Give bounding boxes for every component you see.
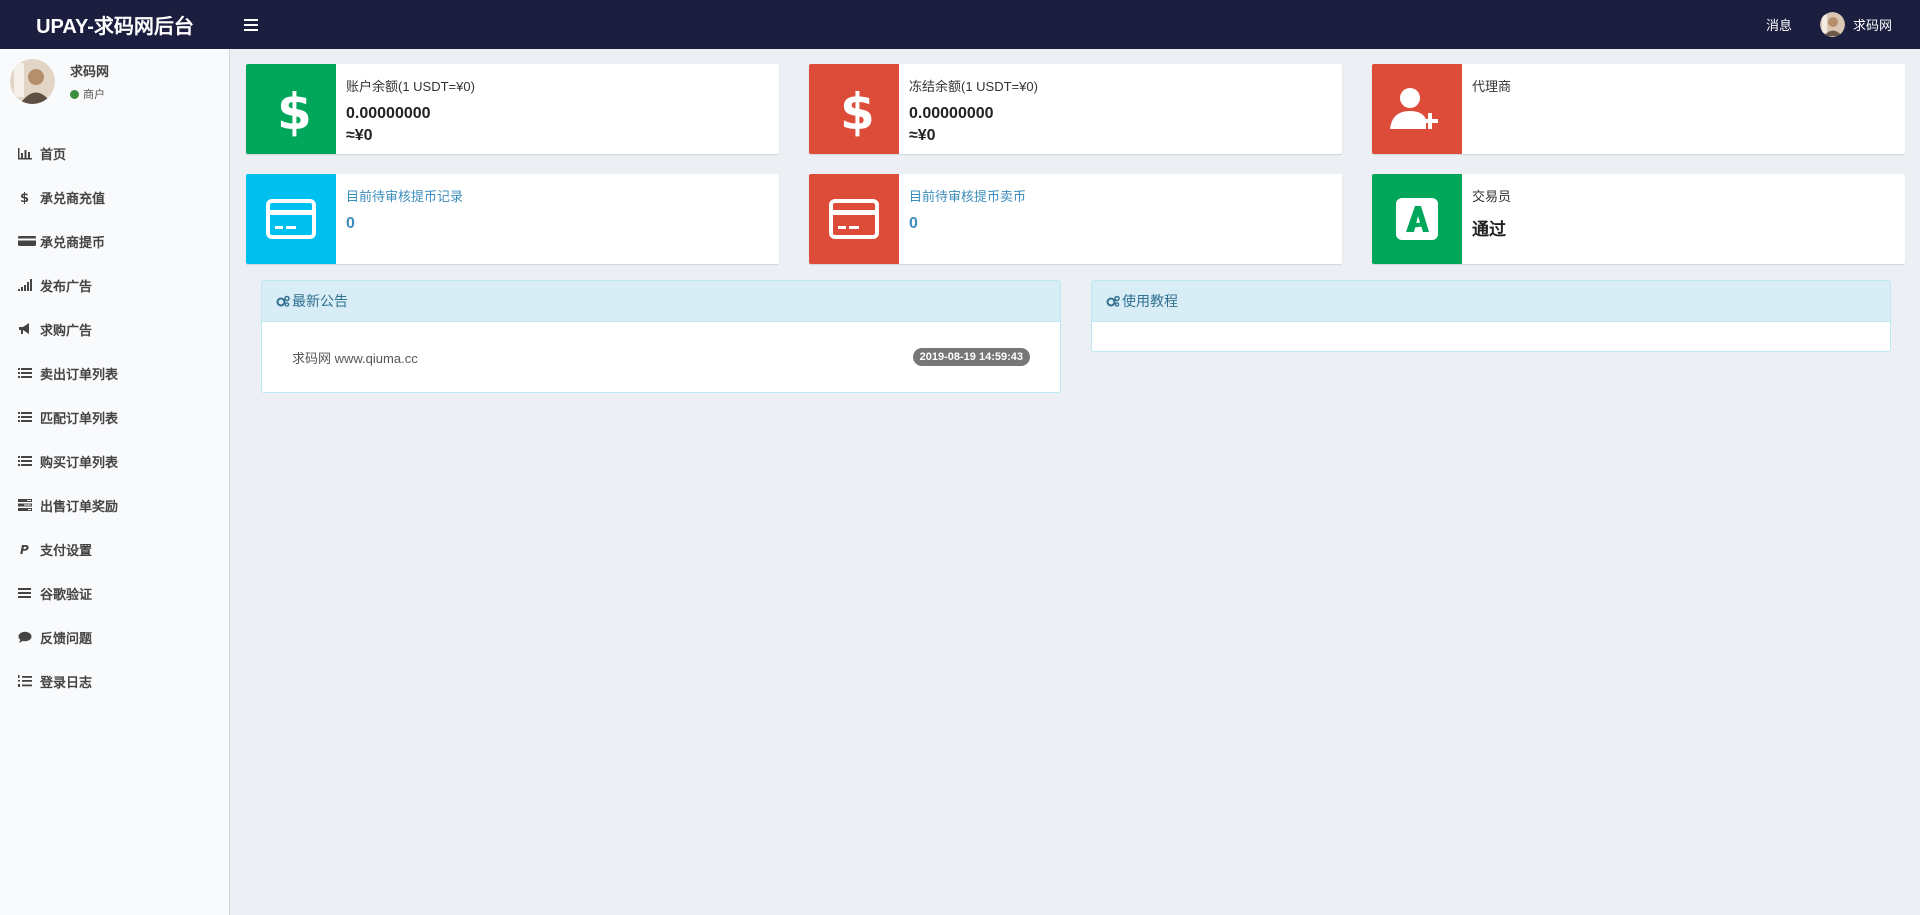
paypal-icon: P	[18, 542, 40, 556]
sidebar-item-google-auth[interactable]: 谷歌验证	[0, 571, 229, 615]
notice-panel: 最新公告 求码网 www.qiuma.cc 2019-08-19 14:59:4…	[261, 280, 1061, 393]
sidebar-menu: 首页 $ 承兑商充值 承兑商提币 发布广告 求购广告 卖出订单列表 匹配订单列表	[0, 131, 229, 703]
frozen-label: 冻结余额(1 USDT=¥0)	[909, 79, 1038, 94]
svg-text:$: $	[840, 83, 874, 137]
user-panel: 求码网 商户	[0, 49, 229, 109]
dollar-icon: $	[18, 190, 40, 204]
notice-panel-title: 最新公告	[292, 293, 348, 309]
sidebar-item-feedback[interactable]: 反馈问题	[0, 615, 229, 659]
agent-label: 代理商	[1472, 79, 1512, 94]
sell-pending-label[interactable]: 目前待审核提币卖币	[909, 186, 1026, 205]
user-menu[interactable]: 求码网	[1806, 0, 1906, 49]
withdraw-icon-box	[246, 174, 336, 264]
frozen-box: $ 冻结余额(1 USDT=¥0) 0.00000000 ≈¥0	[809, 64, 1342, 154]
bullhorn-icon	[18, 322, 40, 336]
svg-text:P: P	[20, 543, 29, 556]
tutorial-panel-title: 使用教程	[1122, 293, 1178, 309]
sell-icon-box	[809, 174, 899, 264]
balance-box: $ 账户余额(1 USDT=¥0) 0.00000000 ≈¥0	[246, 64, 779, 154]
sidebar-item-recharge[interactable]: $ 承兑商充值	[0, 175, 229, 219]
bar-chart-icon	[18, 146, 40, 160]
trader-icon-box	[1372, 174, 1462, 264]
list-icon	[18, 366, 40, 380]
trader-label: 交易员	[1472, 189, 1512, 204]
bars-icon	[18, 586, 40, 600]
notice-panel-heading: 最新公告	[262, 281, 1060, 322]
withdraw-pending-label[interactable]: 目前待审核提币记录	[346, 186, 463, 205]
dollar-icon: $	[277, 83, 311, 137]
top-navbar: UPAY-求码网后台 消息 求码网	[0, 0, 1920, 49]
withdraw-pending-count: 0	[346, 215, 355, 232]
agent-box: 代理商	[1372, 64, 1905, 154]
sidebar-item-payment-settings[interactable]: P 支付设置	[0, 527, 229, 571]
notice-date-badge: 2019-08-19 14:59:43	[912, 348, 1030, 366]
online-dot-icon	[70, 89, 79, 99]
main-content: $ 账户余额(1 USDT=¥0) 0.00000000 ≈¥0 $ 冻结余额(…	[231, 49, 1920, 915]
user-menu-name: 求码网	[1852, 18, 1892, 33]
list-ol-icon	[18, 674, 40, 688]
avatar	[10, 59, 55, 104]
app-a-icon	[1396, 198, 1438, 240]
app-logo[interactable]: UPAY-求码网后台	[0, 0, 230, 49]
cogs-icon	[276, 295, 290, 307]
sidebar-item-buy-orders[interactable]: 购买订单列表	[0, 439, 229, 483]
tutorial-panel: 使用教程	[1091, 280, 1891, 352]
trader-box: 交易员 通过	[1372, 174, 1905, 264]
credit-card-icon	[829, 199, 879, 239]
signal-icon	[18, 278, 40, 292]
list-icon	[18, 410, 40, 424]
sidebar-item-withdraw[interactable]: 承兑商提币	[0, 219, 229, 263]
cogs-icon	[1106, 295, 1120, 307]
hamburger-icon	[244, 18, 258, 31]
tutorial-panel-heading: 使用教程	[1092, 281, 1890, 322]
sidebar-item-match-orders[interactable]: 匹配订单列表	[0, 395, 229, 439]
sidebar-item-home[interactable]: 首页	[0, 131, 229, 175]
notice-text[interactable]: 求码网 www.qiuma.cc	[292, 348, 418, 367]
frozen-cny: ≈¥0	[909, 127, 936, 144]
list-icon	[18, 454, 40, 468]
svg-text:$: $	[20, 191, 29, 204]
sidebar-item-publish-ad[interactable]: 发布广告	[0, 263, 229, 307]
sell-pending-count: 0	[909, 215, 918, 232]
avatar	[1819, 12, 1845, 37]
sell-pending-box[interactable]: 目前待审核提币卖币 0	[809, 174, 1342, 264]
user-status: 商户	[70, 86, 109, 102]
sidebar-item-sell-rewards[interactable]: 出售订单奖励	[0, 483, 229, 527]
balance-cny: ≈¥0	[346, 127, 373, 144]
frozen-icon-box: $	[809, 64, 899, 154]
user-role: 商户	[83, 89, 105, 101]
sidebar: 求码网 商户 首页 $ 承兑商充值 承兑商提币 发布广告 求购广告 卖出订单列表…	[0, 49, 230, 915]
balance-label: 账户余额(1 USDT=¥0)	[346, 79, 475, 94]
user-plus-icon	[1390, 88, 1438, 129]
credit-card-icon	[266, 199, 316, 239]
sidebar-toggle-button[interactable]	[230, 0, 272, 49]
sidebar-item-login-log[interactable]: 登录日志	[0, 659, 229, 703]
comment-icon	[18, 630, 40, 644]
sidebar-user-name: 求码网	[70, 64, 110, 79]
sidebar-item-sell-orders[interactable]: 卖出订单列表	[0, 351, 229, 395]
dollar-icon: $	[840, 83, 874, 137]
agent-icon-box	[1372, 64, 1462, 154]
trader-status: 通过	[1472, 220, 1506, 239]
messages-link[interactable]: 消息	[1752, 0, 1806, 49]
balance-icon-box: $	[246, 64, 336, 154]
balance-value: 0.00000000	[346, 105, 431, 122]
credit-card-icon	[18, 234, 40, 248]
frozen-value: 0.00000000	[909, 105, 994, 122]
withdraw-pending-box[interactable]: 目前待审核提币记录 0	[246, 174, 779, 264]
list-item[interactable]: 求码网 www.qiuma.cc 2019-08-19 14:59:43	[292, 322, 1030, 392]
sidebar-item-buy-ad[interactable]: 求购广告	[0, 307, 229, 351]
tasks-icon	[18, 498, 40, 512]
svg-text:$: $	[277, 83, 311, 137]
